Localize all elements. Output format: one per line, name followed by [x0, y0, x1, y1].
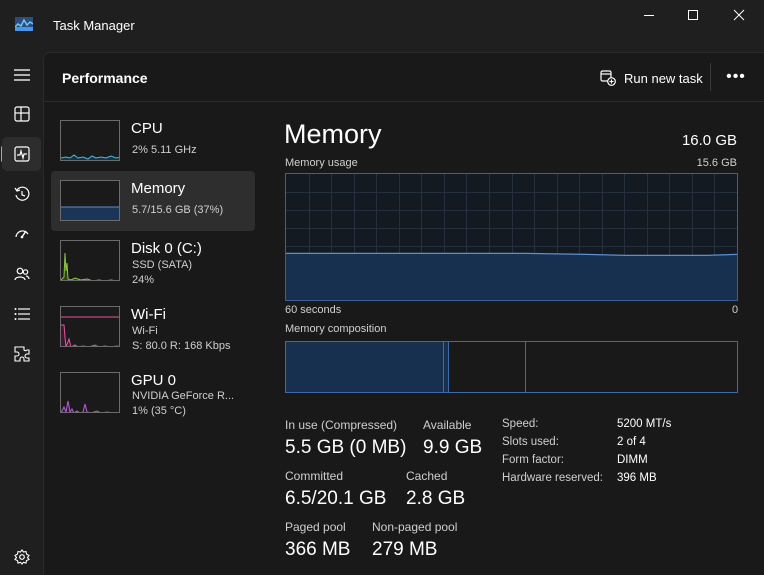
paged-pool-value: 366 MB — [285, 539, 351, 560]
nav-users[interactable] — [2, 257, 41, 291]
hardware-reserved-value: 396 MB — [617, 472, 657, 484]
device-gpu[interactable]: GPU 0 NVIDIA GeForce R... 1% (35 °C) — [51, 363, 255, 423]
minimize-icon — [644, 15, 654, 16]
title-bar: Task Manager — [0, 0, 764, 52]
composition-standby — [449, 342, 526, 392]
device-detail: SSD (SATA) — [132, 259, 193, 271]
memory-title: Memory — [284, 119, 382, 149]
device-detail: 5.7/15.6 GB (37%) — [132, 204, 224, 216]
device-name: GPU 0 — [131, 372, 177, 389]
device-cpu[interactable]: CPU 2% 5.11 GHz — [51, 111, 255, 171]
services-icon — [13, 346, 30, 362]
close-button[interactable] — [716, 0, 762, 30]
nav-performance[interactable] — [2, 137, 41, 171]
maximize-button[interactable] — [670, 0, 716, 30]
nav-details[interactable] — [2, 297, 41, 331]
processes-icon — [13, 106, 30, 122]
in-use-label: In use (Compressed) — [285, 418, 398, 432]
hamburger-menu-button[interactable] — [2, 58, 41, 92]
more-options-icon: ••• — [726, 68, 746, 85]
disk-thumbnail-graph — [60, 240, 120, 281]
memory-usage-plot — [286, 174, 737, 300]
nav-settings[interactable] — [2, 540, 41, 574]
device-detail-secondary: 1% (35 °C) — [132, 405, 186, 417]
memory-thumbnail-graph — [60, 180, 120, 221]
device-detail-secondary: S: 80.0 R: 168 Kbps — [132, 340, 231, 352]
device-detail: 2% 5.11 GHz — [132, 144, 197, 156]
performance-page: Performance Run new task ••• CPU 2% 5.11… — [43, 52, 764, 575]
cached-label: Cached — [406, 469, 448, 483]
gpu-thumbnail-graph — [60, 372, 120, 413]
device-name: Memory — [131, 180, 186, 197]
cpu-thumbnail-graph — [60, 120, 120, 161]
device-name: Wi-Fi — [131, 306, 166, 323]
available-value: 9.9 GB — [423, 437, 483, 458]
memory-composition-bar — [285, 341, 738, 393]
graph-time-axis-label: 60 seconds — [285, 304, 342, 316]
composition-in-use — [286, 342, 444, 392]
nav-services[interactable] — [2, 337, 41, 371]
navigation-rail — [0, 52, 43, 575]
more-options-button[interactable]: ••• — [720, 65, 752, 89]
graph-time-axis-end: 0 — [732, 304, 739, 316]
startup-apps-icon — [14, 230, 29, 239]
speed-label: Speed: — [502, 418, 539, 430]
cached-value: 2.8 GB — [406, 488, 466, 509]
memory-usage-area — [286, 253, 737, 300]
nav-app-history[interactable] — [2, 177, 41, 211]
wifi-thumbnail-graph — [60, 306, 120, 347]
users-icon — [13, 267, 30, 281]
form-factor-value: DIMM — [617, 454, 648, 466]
device-name: Disk 0 (C:) — [131, 240, 202, 257]
run-new-task-button[interactable]: Run new task — [600, 67, 703, 89]
window-title: Task Manager — [53, 18, 135, 33]
speed-value: 5200 MT/s — [617, 418, 672, 430]
memory-usage-max: 15.6 GB — [696, 157, 737, 169]
hardware-reserved-label: Hardware reserved: — [502, 472, 603, 484]
performance-icon — [13, 146, 30, 162]
non-paged-pool-label: Non-paged pool — [372, 520, 458, 534]
close-icon — [733, 9, 745, 21]
device-name: CPU — [131, 120, 163, 137]
run-new-task-label: Run new task — [624, 70, 703, 86]
slots-used-label: Slots used: — [502, 436, 559, 448]
page-title: Performance — [62, 70, 148, 86]
device-detail: NVIDIA GeForce R... — [132, 390, 235, 402]
minimize-button[interactable] — [626, 0, 672, 30]
composition-free — [526, 342, 738, 392]
settings-icon — [13, 549, 30, 565]
device-disk[interactable]: Disk 0 (C:) SSD (SATA) 24% — [51, 231, 255, 291]
non-paged-pool-value: 279 MB — [372, 539, 438, 560]
memory-usage-label: Memory usage — [285, 157, 358, 169]
device-detail: Wi-Fi — [132, 325, 158, 337]
available-label: Available — [423, 418, 472, 432]
memory-usage-graph — [285, 173, 738, 301]
committed-label: Committed — [285, 469, 344, 483]
hamburger-icon — [13, 69, 30, 81]
device-detail-secondary: 24% — [132, 274, 155, 286]
in-use-value: 5.5 GB (0 MB) — [285, 437, 407, 458]
maximize-icon — [688, 10, 698, 20]
details-icon — [14, 308, 30, 320]
paged-pool-label: Paged pool — [285, 520, 346, 534]
app-history-icon — [14, 186, 29, 201]
memory-total: 16.0 GB — [681, 132, 737, 149]
header-divider — [44, 101, 764, 102]
toolbar-divider — [710, 63, 711, 91]
memory-composition-label: Memory composition — [285, 323, 387, 335]
device-wifi[interactable]: Wi-Fi Wi-Fi S: 80.0 R: 168 Kbps — [51, 297, 255, 357]
nav-startup-apps[interactable] — [2, 217, 41, 251]
slots-used-value: 2 of 4 — [617, 436, 646, 448]
task-manager-app-icon — [14, 17, 34, 31]
form-factor-label: Form factor: — [502, 454, 564, 466]
run-new-task-icon — [600, 70, 616, 86]
committed-value: 6.5/20.1 GB — [285, 488, 387, 509]
device-memory[interactable]: Memory 5.7/15.6 GB (37%) — [51, 171, 255, 231]
nav-processes[interactable] — [2, 97, 41, 131]
